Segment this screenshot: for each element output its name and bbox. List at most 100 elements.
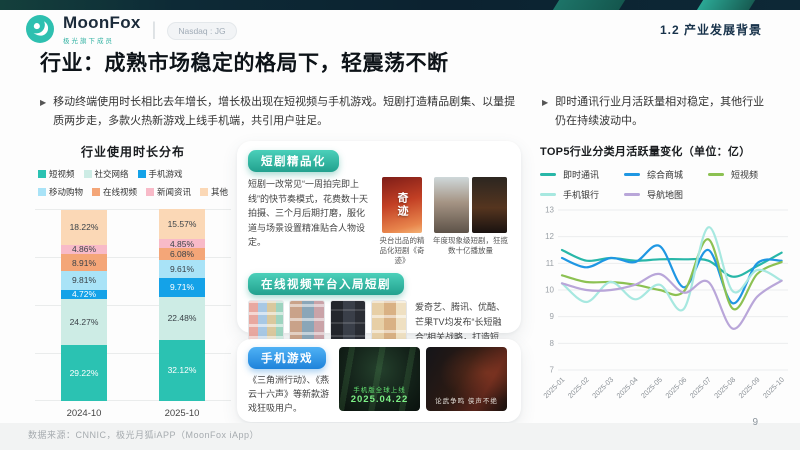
legend-item-即时通讯: 即时通讯 [540, 168, 624, 181]
mau-chart-plot: 789101112132025-012025-022025-032025-042… [540, 204, 794, 416]
legend-label: 手机游戏 [149, 168, 183, 180]
pill-online-video: 在线视频平台入局短剧 [248, 273, 404, 295]
legend-swatch [38, 170, 46, 178]
bar-segment-在线视频: 6.08% [159, 248, 205, 260]
pill-short-drama: 短剧精品化 [248, 150, 339, 172]
x-tick-label: 2025-03 [590, 375, 615, 400]
bullet-arrow-icon: ▶ [40, 93, 46, 130]
x-tick-label: 2025-07 [688, 375, 713, 400]
legend-swatch [540, 193, 556, 196]
legend-swatch [92, 188, 100, 196]
legend-label: 社交网络 [95, 168, 129, 180]
source-note: 数据来源：CNNIC，极光月狐iAPP（MoonFox iApp） [28, 428, 259, 441]
logo-divider: | [152, 19, 157, 40]
bullet-arrow-icon: ▶ [542, 93, 548, 130]
block-short-drama: 短剧精品化 短剧一改常见“一周拍完即上线”的快节奏模式，花费数十天拍摄、三个月后… [248, 150, 510, 266]
drama-poster-qiji: 奇迹 [382, 177, 422, 233]
legend-label: 其他 [211, 186, 228, 198]
page-title: 行业：成熟市场稳定的格局下，轻震荡不断 [40, 47, 449, 77]
legend-swatch [540, 173, 556, 176]
figure-caption: 央台出品的精品化短剧《奇迹》 [376, 236, 428, 266]
legend-label: 在线视频 [103, 186, 137, 198]
game-banner-text: 手机版全球上线 [339, 384, 420, 394]
legend-swatch [38, 188, 46, 196]
game-banners: 手机版全球上线 2025.04.22 论武争鸣 侠声不绝 [339, 347, 507, 416]
header: MoonFox 极光旗下成员 | Nasdaq : JG 1.2 产业发展背景 [26, 13, 762, 45]
logo-texts: MoonFox 极光旗下成员 [63, 13, 141, 45]
bar-2024-10: 18.22%4.86%8.91%9.81%4.72%24.27%29.22% [61, 210, 107, 401]
legend-item-其他: 其他 [200, 186, 228, 198]
bar-2025-10: 15.57%4.85%6.08%9.61%9.71%22.48%32.12% [159, 209, 205, 401]
axis-label: 2025-10 [165, 408, 200, 419]
figure-caption: 年度现象级短剧，狂揽数十亿播放量 [433, 236, 508, 256]
x-tick-label: 2025-10 [761, 375, 786, 400]
card-mobile-game: 手机游戏 《三角洲行动》、《燕云十六声》等新款游戏狂吸用户。 手机版全球上线 2… [237, 339, 521, 422]
game-banner-delta-force: 手机版全球上线 2025.04.22 [339, 347, 420, 411]
usage-duration-chart: 行业使用时长分布 短视频社交网络手机游戏移动购物在线视频新闻资讯其他 18.22… [35, 143, 231, 419]
top-accent-shape [553, 0, 625, 10]
bullet-text: 移动终端使用时长相比去年增长，增长极出现在短视频与手机游戏。短剧打造精品剧集、以… [53, 93, 516, 130]
bar-segment-社交网络: 22.48% [159, 297, 205, 340]
legend-item-在线视频: 在线视频 [92, 186, 137, 198]
bar-segment-手机游戏: 4.72% [61, 290, 107, 299]
figure-qiji: 奇迹 央台出品的精品化短剧《奇迹》 [376, 177, 428, 266]
bar-segment-短视频: 29.22% [61, 345, 107, 401]
legend-swatch [708, 173, 724, 176]
bar-segment-短视频: 32.12% [159, 340, 205, 401]
legend-label: 短视频 [49, 168, 75, 180]
bar-segment-新闻资讯: 4.86% [61, 245, 107, 254]
legend-swatch [84, 170, 92, 178]
card-short-drama-video: 短剧精品化 短剧一改常见“一周拍完即上线”的快节奏模式，花费数十天拍摄、三个月后… [237, 141, 521, 333]
bar-segment-在线视频: 8.91% [61, 254, 107, 271]
mau-trend-chart: TOP5行业分类月活跃量变化（单位：亿） 即时通讯 综合商城 短视频手机银行导航地图… [540, 143, 794, 416]
mobile-game-text: 《三角洲行动》、《燕云十六声》等新款游戏狂吸用户。 [248, 374, 332, 416]
top-accent-bar [0, 0, 800, 10]
moonfox-logo-icon [26, 15, 54, 43]
y-tick-label: 11 [546, 259, 555, 268]
moonfox-logo: MoonFox 极光旗下成员 | Nasdaq : JG [26, 13, 237, 45]
logo-wordmark: MoonFox [63, 13, 141, 33]
axis-label: 2024-10 [67, 408, 102, 419]
x-tick-label: 2025-02 [566, 375, 591, 400]
legend-item-综合商城: 综合商城 [624, 168, 708, 181]
drama-poster-image [434, 177, 469, 233]
legend-swatch [146, 188, 154, 196]
legend-swatch [624, 193, 640, 196]
mau-chart-title: TOP5行业分类月活跃量变化（单位：亿） [540, 143, 794, 159]
drama-poster-image [472, 177, 507, 233]
bar-segment-手机游戏: 9.71% [159, 278, 205, 297]
bar-segment-新闻资讯: 4.85% [159, 239, 205, 248]
y-tick-label: 7 [550, 366, 555, 375]
legend-item-手机银行: 手机银行 [540, 188, 624, 201]
legend-label: 综合商城 [647, 168, 683, 181]
legend-label: 移动购物 [49, 186, 83, 198]
bar-segment-移动购物: 9.81% [61, 271, 107, 290]
top-accent-shape [697, 0, 755, 10]
y-tick-label: 13 [545, 206, 554, 215]
y-tick-label: 10 [545, 286, 554, 295]
poster-title: 奇迹 [394, 192, 410, 218]
game-banner-yanyun: 论武争鸣 侠声不绝 [426, 347, 507, 411]
short-drama-figures: 奇迹 央台出品的精品化短剧《奇迹》 年度现象级短剧，狂揽数十亿播放量 [376, 177, 508, 266]
usage-chart-x-labels: 2024-10 2025-10 [35, 408, 231, 419]
figure-hit-dramas: 年度现象级短剧，狂揽数十亿播放量 [433, 177, 508, 256]
legend-item-短视频: 短视频 [708, 168, 792, 181]
y-tick-label: 8 [550, 339, 555, 348]
pill-mobile-game: 手机游戏 [248, 347, 326, 369]
stacked-bars: 18.22%4.86%8.91%9.81%4.72%24.27%29.22% 15… [35, 209, 231, 401]
short-drama-text: 短剧一改常见“一周拍完即上线”的快节奏模式，花费数十天拍摄、三个月后期打磨，服化… [248, 177, 370, 266]
legend-label: 即时通讯 [563, 168, 599, 181]
y-tick-label: 9 [550, 312, 555, 321]
legend-item-新闻资讯: 新闻资讯 [146, 186, 191, 198]
bullet-mau-trend: ▶ 即时通讯行业月活跃量相对稳定，其他行业仍在持续波动中。 [542, 93, 770, 130]
x-tick-label: 2025-04 [615, 375, 640, 400]
legend-item-导航地图: 导航地图 [624, 188, 708, 201]
legend-item-短视频: 短视频 [38, 168, 75, 180]
legend-swatch [624, 173, 640, 176]
legend-swatch [200, 188, 208, 196]
y-tick-label: 12 [545, 232, 554, 241]
legend-item-社交网络: 社交网络 [84, 168, 129, 180]
bullet-text: 即时通讯行业月活跃量相对稳定，其他行业仍在持续波动中。 [555, 93, 770, 130]
game-banner-date: 2025.04.22 [339, 394, 420, 405]
legend-label: 新闻资讯 [157, 186, 191, 198]
